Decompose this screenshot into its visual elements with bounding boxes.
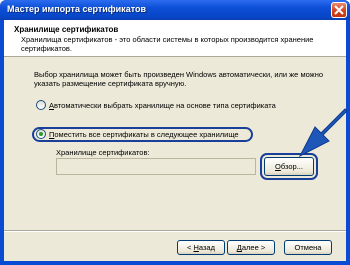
store-field[interactable]: [56, 158, 256, 175]
window-frame-bottom: [0, 261, 350, 265]
intro-text: Выбор хранилища может быть произведен Wi…: [34, 70, 324, 88]
title-bar[interactable]: Мастер импорта сертификатов: [0, 0, 350, 20]
next-button[interactable]: Далее >: [227, 240, 275, 255]
radio-auto-select-indicator[interactable]: [36, 100, 46, 110]
window-title: Мастер импорта сертификатов: [7, 4, 147, 14]
store-field-label: Хранилище сертификатов:: [56, 148, 150, 157]
footer-divider: [4, 230, 346, 232]
back-button[interactable]: < Назад: [177, 240, 225, 255]
close-icon: [334, 5, 344, 15]
cancel-button[interactable]: Отмена: [284, 240, 332, 255]
page-description: Хранилища сертификатов - это области сис…: [21, 35, 314, 53]
page-title: Хранилище сертификатов: [14, 25, 119, 34]
radio-place-in-store-label[interactable]: Поместить все сертификаты в следующее хр…: [49, 130, 239, 139]
dialog-client-area: Хранилище сертификатов Хранилища сертифи…: [4, 20, 348, 261]
arrow-pointer-icon: [298, 108, 348, 158]
close-button[interactable]: [331, 2, 347, 18]
radio-place-in-store-indicator[interactable]: [36, 129, 46, 139]
dialog-window: Мастер импорта сертификатов Хранилище се…: [0, 0, 350, 265]
wizard-header: Хранилище сертификатов Хранилища сертифи…: [4, 20, 346, 57]
radio-auto-select-label[interactable]: Автоматически выбрать хранилище на основ…: [49, 101, 276, 110]
